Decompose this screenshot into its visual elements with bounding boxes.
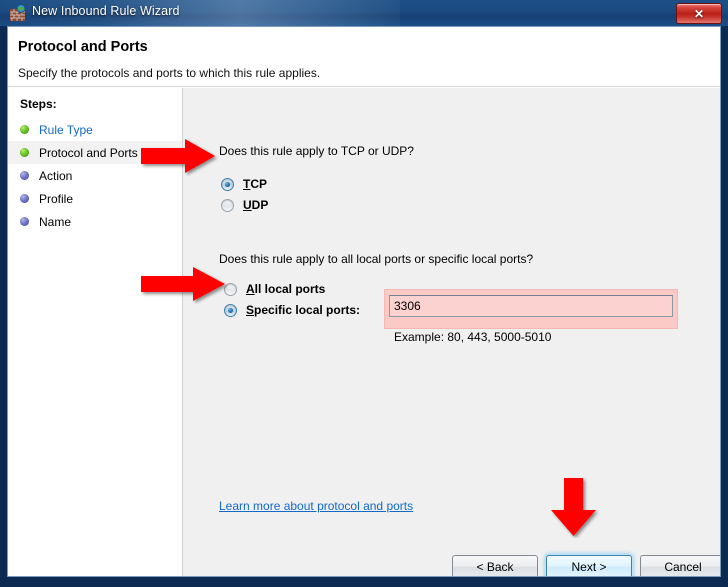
wizard-client-area: Protocol and Ports Specify the protocols… bbox=[7, 26, 721, 577]
sidebar-step-label: Rule Type bbox=[39, 122, 93, 137]
wizard-window: New Inbound Rule Wizard ✕ Protocol and P… bbox=[0, 0, 728, 587]
next-button[interactable]: Next > bbox=[546, 555, 632, 576]
step-bullet-icon bbox=[20, 171, 29, 180]
sidebar-step-label: Profile bbox=[39, 191, 74, 206]
radio-udp-indicator[interactable] bbox=[221, 198, 234, 212]
sidebar-step-action: Action bbox=[8, 164, 182, 187]
sidebar-step-name: Name bbox=[8, 210, 182, 233]
radio-all-local-ports[interactable]: All local ports bbox=[224, 280, 325, 298]
steps-heading: Steps: bbox=[20, 97, 57, 111]
step-bullet-icon bbox=[20, 148, 29, 157]
radio-tcp-indicator[interactable] bbox=[221, 177, 234, 191]
back-button[interactable]: < Back bbox=[452, 555, 538, 576]
radio-tcp-label: TCP bbox=[243, 177, 268, 191]
radio-specific-local-ports-indicator[interactable] bbox=[224, 303, 237, 317]
step-bullet-icon bbox=[20, 217, 29, 226]
specific-ports-input[interactable] bbox=[389, 295, 673, 317]
learn-more-link[interactable]: Learn more about protocol and ports bbox=[219, 499, 413, 513]
port-example-text: Example: 80, 443, 5000-5010 bbox=[394, 330, 552, 344]
radio-udp-label: UDP bbox=[243, 198, 269, 212]
window-title: New Inbound Rule Wizard bbox=[32, 4, 180, 18]
radio-specific-local-ports[interactable]: Specific local ports: bbox=[224, 301, 360, 319]
title-bar[interactable]: New Inbound Rule Wizard ✕ bbox=[0, 0, 728, 26]
close-icon: ✕ bbox=[693, 6, 705, 21]
sidebar-step-profile: Profile bbox=[8, 187, 182, 210]
page-subtitle: Specify the protocols and ports to which… bbox=[18, 66, 321, 80]
radio-all-local-ports-indicator[interactable] bbox=[224, 282, 237, 296]
radio-tcp[interactable]: TCP bbox=[221, 175, 267, 193]
sidebar-step-label: Protocol and Ports bbox=[39, 145, 138, 160]
sidebar-step-protocol-and-ports: Protocol and Ports bbox=[8, 141, 182, 164]
radio-all-local-ports-label: All local ports bbox=[246, 282, 326, 296]
radio-udp[interactable]: UDP bbox=[221, 196, 268, 214]
ports-question: Does this rule apply to all local ports … bbox=[219, 252, 534, 266]
step-bullet-icon bbox=[20, 194, 29, 203]
protocol-question: Does this rule apply to TCP or UDP? bbox=[219, 144, 414, 158]
radio-specific-local-ports-label: Specific local ports: bbox=[246, 303, 361, 317]
sidebar-step-rule-type[interactable]: Rule Type bbox=[8, 118, 182, 141]
cancel-button[interactable]: Cancel bbox=[640, 555, 720, 576]
content-pane: Does this rule apply to TCP or UDP? TCP … bbox=[183, 88, 720, 576]
step-bullet-icon bbox=[20, 125, 29, 134]
sidebar-step-label: Name bbox=[39, 214, 72, 229]
steps-sidebar: Steps: Rule Type Protocol and Ports Action… bbox=[8, 88, 183, 576]
sidebar-step-label: Action bbox=[39, 168, 73, 183]
close-button[interactable]: ✕ bbox=[676, 3, 722, 24]
page-header: Protocol and Ports Specify the protocols… bbox=[8, 27, 720, 87]
page-title: Protocol and Ports bbox=[18, 39, 148, 55]
firewall-icon bbox=[10, 4, 26, 21]
